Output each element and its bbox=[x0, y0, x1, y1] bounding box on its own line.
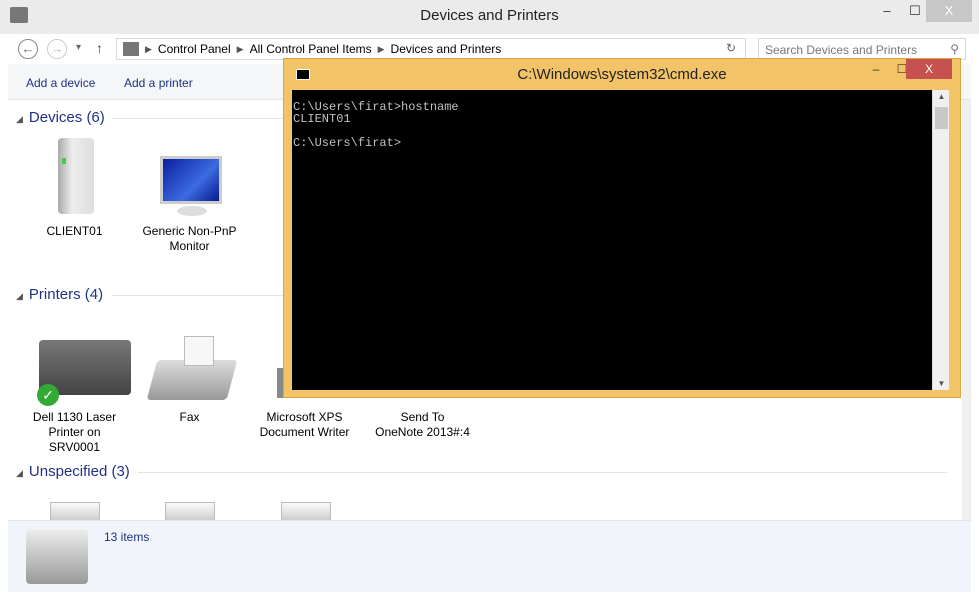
monitor-icon bbox=[155, 138, 225, 218]
forward-button[interactable]: → bbox=[47, 39, 67, 59]
scroll-down-icon[interactable]: ▼ bbox=[933, 379, 950, 388]
scroll-up-icon[interactable]: ▲ bbox=[933, 92, 950, 101]
window-title: Devices and Printers bbox=[420, 7, 559, 24]
item-label: Monitor bbox=[169, 239, 210, 253]
printer-item[interactable]: ✓ Dell 1130 Laser Printer on SRV0001 bbox=[17, 328, 132, 455]
cmd-window[interactable]: C:\Windows\system32\cmd.exe – ☐ X C:\Use… bbox=[283, 58, 961, 398]
collapse-icon: ◢ bbox=[16, 291, 23, 301]
cmd-close-button[interactable]: X bbox=[906, 59, 952, 79]
chevron-right-icon: ▶ bbox=[236, 43, 244, 54]
unspecified-device-icon[interactable] bbox=[50, 502, 100, 520]
search-input[interactable]: Search Devices and Printers ⚲ bbox=[758, 38, 966, 60]
device-item[interactable]: CLIENT01 bbox=[17, 138, 132, 239]
console-output[interactable]: C:\Users\firat>hostname CLIENT01 C:\User… bbox=[292, 90, 932, 390]
printer-item[interactable]: Fax bbox=[132, 328, 247, 425]
item-count: 13 items bbox=[104, 530, 150, 544]
item-label: Microsoft XPS bbox=[266, 410, 343, 424]
scroll-thumb[interactable] bbox=[935, 107, 948, 129]
device-item[interactable]: Generic Non-PnP Monitor bbox=[132, 138, 247, 254]
add-printer-button[interactable]: Add a printer bbox=[124, 76, 193, 90]
refresh-button[interactable]: ↻ bbox=[726, 41, 736, 55]
collapse-icon: ◢ bbox=[16, 468, 23, 478]
group-unspecified[interactable]: ◢ Unspecified (3) bbox=[16, 463, 130, 480]
back-button[interactable]: ← bbox=[18, 39, 38, 59]
group-label: Devices (6) bbox=[28, 109, 105, 126]
group-printers[interactable]: ◢ Printers (4) bbox=[16, 286, 103, 303]
address-bar[interactable]: ▶ Control Panel ▶ All Control Panel Item… bbox=[116, 38, 746, 60]
item-label: Printer on bbox=[48, 425, 101, 439]
chevron-right-icon: ▶ bbox=[145, 43, 152, 54]
group-devices[interactable]: ◢ Devices (6) bbox=[16, 109, 105, 126]
search-icon: ⚲ bbox=[950, 42, 959, 56]
add-device-button[interactable]: Add a device bbox=[26, 76, 95, 90]
item-label: Fax bbox=[179, 410, 200, 424]
chevron-right-icon: ▶ bbox=[377, 43, 385, 54]
printer-icon: ✓ bbox=[27, 328, 131, 406]
computer-icon bbox=[40, 138, 110, 218]
breadcrumb-control-panel[interactable]: Control Panel bbox=[158, 42, 231, 56]
item-label: Dell 1130 Laser bbox=[32, 410, 117, 424]
item-label: Generic Non-PnP bbox=[142, 224, 237, 238]
status-bar: 13 items bbox=[8, 520, 971, 592]
item-label: SRV0001 bbox=[48, 440, 101, 454]
control-panel-icon bbox=[123, 42, 139, 56]
fax-icon bbox=[142, 328, 238, 404]
unspecified-device-icon[interactable] bbox=[165, 502, 215, 520]
content-scrollbar[interactable] bbox=[962, 100, 971, 520]
close-button[interactable]: X bbox=[926, 0, 972, 22]
recent-locations-dropdown[interactable]: ▾ bbox=[76, 42, 81, 53]
search-placeholder: Search Devices and Printers bbox=[765, 43, 918, 57]
divider bbox=[138, 472, 947, 473]
up-button[interactable]: ↑ bbox=[96, 40, 103, 56]
breadcrumb-all-items[interactable]: All Control Panel Items bbox=[250, 42, 372, 56]
cmd-minimize-button[interactable]: – bbox=[862, 59, 890, 79]
item-label: Send To bbox=[400, 410, 445, 424]
devices-printers-icon bbox=[26, 529, 88, 584]
item-label: Document Writer bbox=[259, 425, 350, 439]
cmd-title: C:\Windows\system32\cmd.exe bbox=[517, 66, 727, 83]
default-check-icon: ✓ bbox=[37, 384, 59, 406]
title-bar: Devices and Printers – ☐ X bbox=[0, 0, 979, 34]
breadcrumb-devices-printers[interactable]: Devices and Printers bbox=[391, 42, 502, 56]
minimize-button[interactable]: – bbox=[872, 0, 902, 22]
unspecified-device-icon[interactable] bbox=[281, 502, 331, 520]
console-scrollbar[interactable]: ▲ ▼ bbox=[932, 90, 949, 390]
group-label: Printers (4) bbox=[28, 286, 104, 303]
group-label: Unspecified (3) bbox=[28, 463, 130, 480]
collapse-icon: ◢ bbox=[16, 114, 23, 124]
item-label: CLIENT01 bbox=[46, 224, 103, 238]
item-label: OneNote 2013#:4 bbox=[375, 425, 470, 439]
